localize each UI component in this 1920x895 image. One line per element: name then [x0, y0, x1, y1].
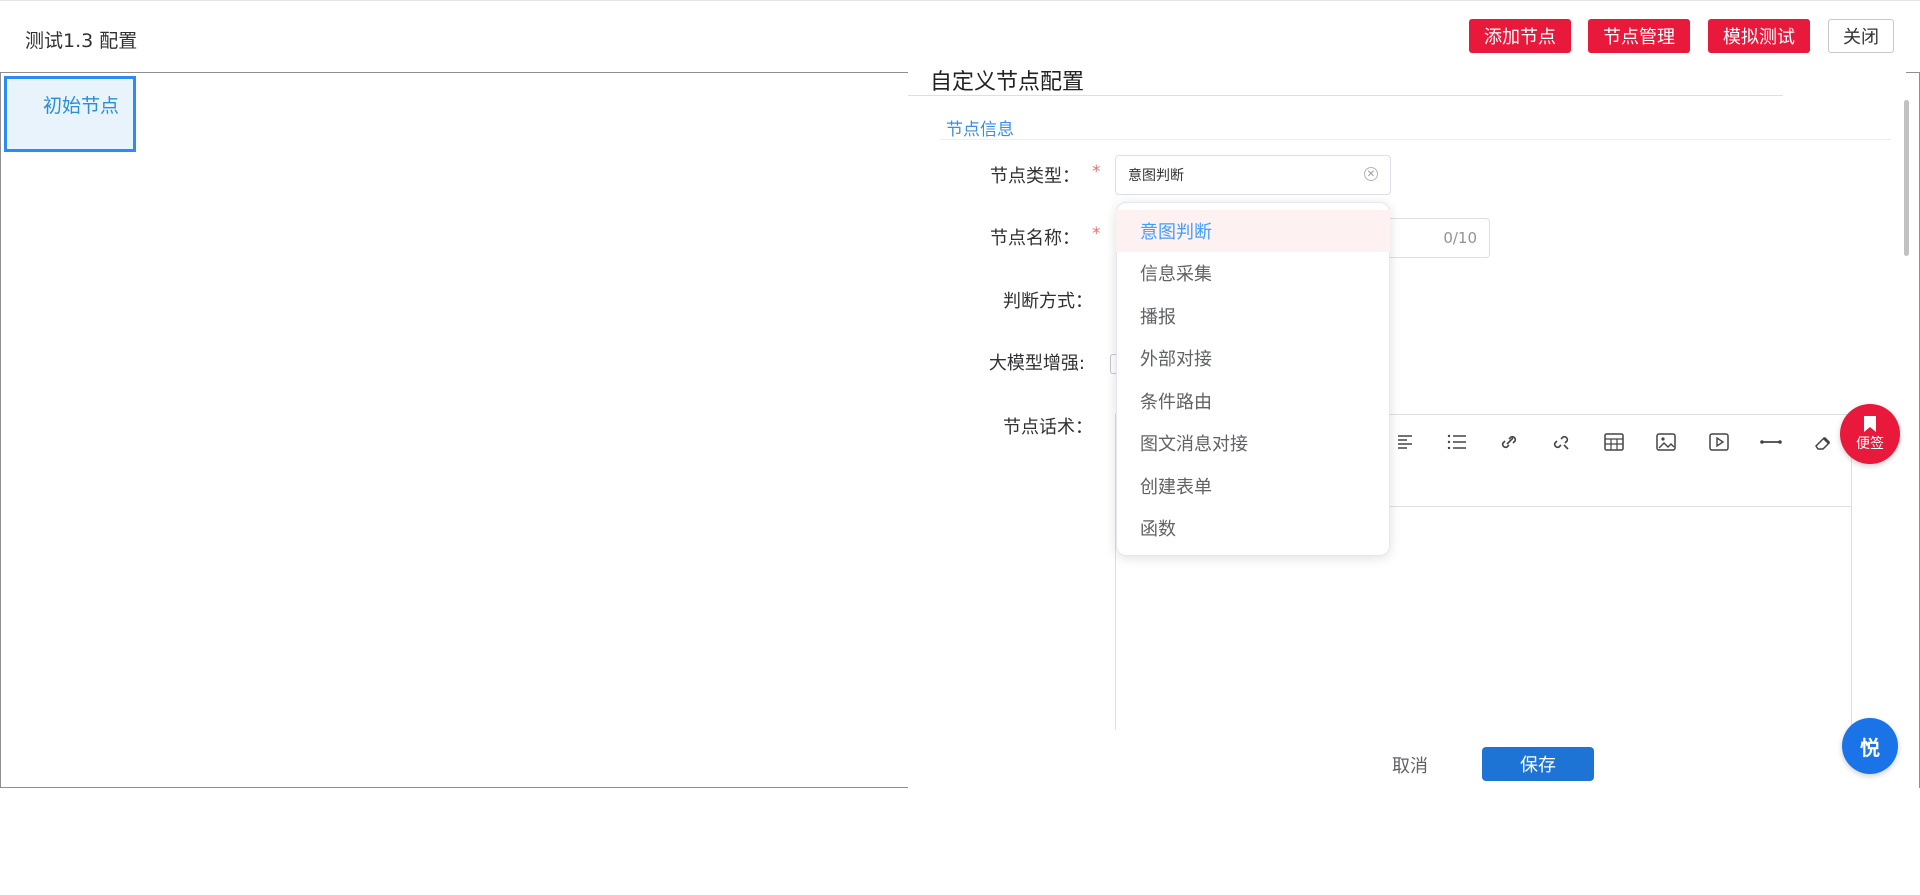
simulate-test-button[interactable]: 模拟测试	[1708, 19, 1810, 53]
node-type-select[interactable]: 意图判断 ✕	[1115, 155, 1391, 195]
dropdown-option[interactable]: 创建表单	[1116, 465, 1390, 507]
link-icon[interactable]	[1497, 430, 1521, 454]
dropdown-option[interactable]: 图文消息对接	[1116, 422, 1390, 464]
node-manage-button[interactable]: 节点管理	[1588, 19, 1690, 53]
image-icon[interactable]	[1654, 430, 1678, 454]
llm-enhance-label: 大模型增强:	[988, 353, 1085, 374]
panel-title-divider	[908, 95, 1783, 96]
page-title: 测试1.3 配置	[25, 30, 138, 52]
dropdown-option[interactable]: 信息采集	[1116, 252, 1390, 294]
node-name-input[interactable]: 0/10	[1390, 218, 1490, 258]
node-type-label: 节点类型：	[990, 166, 1080, 187]
dropdown-option[interactable]: 意图判断	[1116, 210, 1390, 252]
assistant-button[interactable]: 悦	[1842, 718, 1898, 774]
eraser-icon[interactable]	[1811, 430, 1835, 454]
divider-icon[interactable]	[1759, 430, 1783, 454]
required-mark: *	[1092, 224, 1101, 244]
node-script-label: 节点话术：	[1003, 417, 1093, 438]
dropdown-option[interactable]: 函数	[1116, 507, 1390, 549]
judge-mode-label: 判断方式：	[1003, 291, 1093, 312]
cancel-button[interactable]: 取消	[1380, 748, 1440, 782]
align-left-icon[interactable]	[1393, 430, 1417, 454]
dropdown-option[interactable]: 播报	[1116, 295, 1390, 337]
video-icon[interactable]	[1707, 430, 1731, 454]
bookmark-icon	[1864, 416, 1876, 432]
panel-edge	[1906, 72, 1920, 73]
close-button[interactable]: 关闭	[1828, 19, 1894, 53]
section-title: 节点信息	[946, 120, 1014, 140]
sticky-note-label: 便签	[1856, 436, 1884, 452]
flow-canvas[interactable]	[0, 72, 1030, 788]
table-icon[interactable]	[1602, 430, 1626, 454]
clear-icon[interactable]: ✕	[1364, 167, 1378, 181]
top-divider	[0, 0, 1920, 1]
char-counter: 0/10	[1443, 229, 1477, 247]
dropdown-option[interactable]: 外部对接	[1116, 337, 1390, 379]
node-name-label: 节点名称：	[990, 228, 1080, 249]
required-mark: *	[1092, 162, 1101, 182]
section-divider	[940, 139, 1890, 140]
panel-scrollbar[interactable]	[1904, 100, 1909, 256]
assistant-label: 悦	[1860, 735, 1880, 760]
start-node[interactable]: 初始节点	[4, 76, 136, 152]
dropdown-option[interactable]: 条件路由	[1116, 380, 1390, 422]
panel-title: 自定义节点配置	[930, 70, 1085, 95]
sticky-note-button[interactable]: 便签	[1840, 404, 1900, 464]
list-icon[interactable]	[1445, 430, 1469, 454]
node-type-value: 意图判断	[1128, 168, 1184, 184]
unlink-icon[interactable]	[1549, 430, 1573, 454]
save-button[interactable]: 保存	[1482, 747, 1594, 781]
add-node-button[interactable]: 添加节点	[1469, 19, 1571, 53]
